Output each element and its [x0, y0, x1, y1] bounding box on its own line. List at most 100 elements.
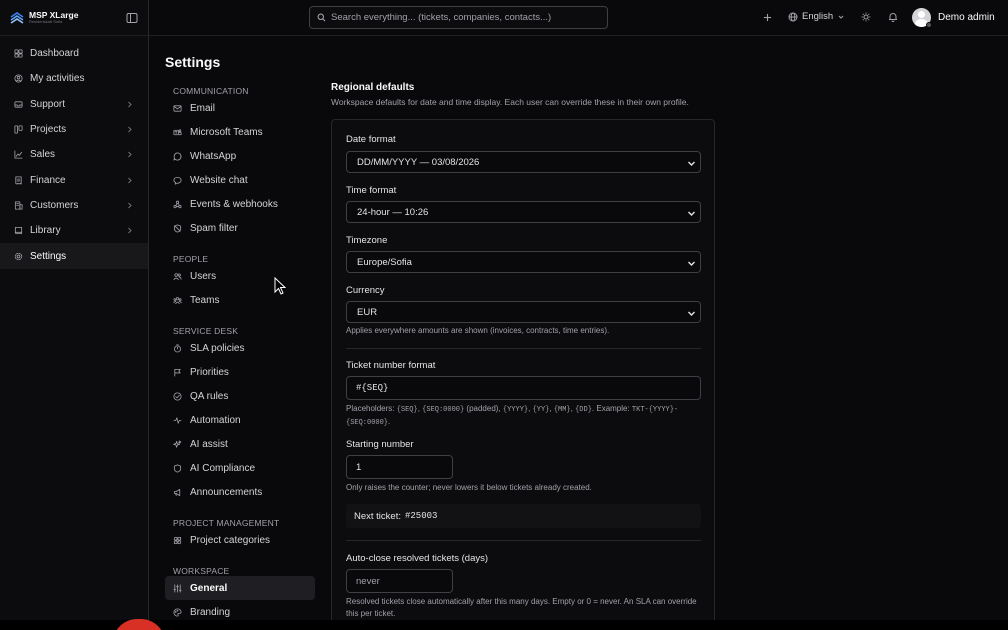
subnav-item-label: Email	[190, 102, 216, 114]
next-ticket-label: Next ticket:	[354, 510, 401, 522]
subnav-item-label: Branding	[190, 606, 231, 618]
subnav-item-announcements[interactable]: Announcements	[165, 480, 315, 504]
chevron-right-icon	[128, 126, 132, 133]
chevron-right-icon	[128, 101, 132, 108]
subnav-item-qa-rules[interactable]: QA rules	[165, 384, 315, 408]
sidebar-item-my-activities[interactable]: My activities	[0, 66, 148, 91]
subnav-item-sla-policies[interactable]: SLA policies	[165, 336, 315, 360]
auto-close-help: Resolved tickets close automatically aft…	[346, 597, 697, 618]
help-text: . Example:	[591, 404, 632, 413]
chevron-right-icon	[128, 202, 132, 209]
timezone-label: Timezone	[346, 235, 388, 246]
plus-icon[interactable]	[763, 13, 772, 22]
theme-toggle-icon[interactable]	[861, 12, 871, 22]
search-icon	[317, 13, 326, 22]
subnav-item-events-webhooks[interactable]: Events & webhooks	[165, 192, 315, 216]
user-name: Demo admin	[938, 12, 995, 23]
sidebar-item-library[interactable]: Library	[0, 218, 148, 243]
subnav-item-ai-assist[interactable]: AI assist	[165, 432, 315, 456]
sidebar-item-label: Library	[30, 225, 61, 237]
sidebar-item-label: Support	[30, 98, 66, 110]
starting-number-input[interactable]: 1	[346, 455, 453, 479]
webhook-icon	[173, 200, 182, 208]
ticket-format-help: Placeholders: {SEQ}, {SEQ:0000} (padded)…	[346, 403, 701, 429]
subnav-item-general[interactable]: General	[165, 576, 315, 600]
sidebar-item-label: Projects	[30, 124, 67, 136]
date-format-select[interactable]: DD/MM/YYYY — 03/08/2026	[346, 151, 701, 173]
chevron-down-icon	[688, 261, 695, 266]
global-search[interactable]	[309, 6, 608, 29]
brand[interactable]: MSP XLarge Residenskatt Sofia	[0, 0, 148, 36]
ticket-format-input[interactable]: #{SEQ}	[346, 376, 701, 400]
bell-icon[interactable]	[888, 12, 898, 22]
sidebar-item-label: Sales	[30, 149, 56, 161]
building-icon	[14, 201, 23, 210]
sidebar: MSP XLarge Residenskatt Sofia Dashboard M…	[0, 0, 149, 620]
chevron-right-icon	[128, 227, 132, 234]
subnav-heading: SERVICE DESK	[173, 326, 239, 336]
subnav-item-automation[interactable]: Automation	[165, 408, 315, 432]
presence-indicator	[926, 22, 932, 28]
currency-select[interactable]: EUR	[346, 301, 701, 323]
sparkles-icon	[173, 439, 182, 448]
currency-value: EUR	[357, 306, 378, 318]
timezone-value: Europe/Sofia	[357, 256, 412, 268]
subnav-item-microsoft-teams[interactable]: Microsoft Teams	[165, 120, 315, 144]
subnav-item-label: Automation	[190, 414, 241, 426]
sidebar-item-support[interactable]: Support	[0, 92, 148, 117]
timezone-select[interactable]: Europe/Sofia	[346, 251, 701, 273]
subnav-item-label: Project categories	[190, 534, 271, 546]
subnav-item-spam-filter[interactable]: Spam filter	[165, 216, 315, 240]
auto-close-input[interactable]: never	[346, 569, 453, 593]
placeholder-token: {SEQ:0000}	[422, 406, 465, 414]
regional-defaults-section: Regional defaults Workspace defaults for…	[331, 82, 715, 630]
subnav-item-label: Users	[190, 270, 217, 282]
settings-card: Date format DD/MM/YYYY — 03/08/2026 Time…	[331, 119, 715, 630]
sidebar-item-finance[interactable]: Finance	[0, 167, 148, 192]
time-format-select[interactable]: 24-hour — 10:26	[346, 201, 701, 223]
next-ticket-value: #25003	[405, 511, 438, 521]
subnav-item-website-chat[interactable]: Website chat	[165, 168, 315, 192]
subnav-item-email[interactable]: Email	[165, 96, 315, 120]
sidebar-item-customers[interactable]: Customers	[0, 193, 148, 218]
inbox-icon	[14, 101, 23, 108]
teams-icon	[173, 128, 182, 135]
placeholder-token: {SEQ}	[396, 406, 418, 414]
settings-subnav: COMMUNICATION Email Microsoft Teams WhatsAp…	[165, 80, 315, 624]
subnav-item-priorities[interactable]: Priorities	[165, 360, 315, 384]
date-format-label: Date format	[346, 134, 396, 145]
placeholder-token: {MM}	[553, 406, 571, 414]
subnav-heading: COMMUNICATION	[173, 86, 249, 96]
subnav-item-teams[interactable]: Teams	[165, 288, 315, 312]
subnav-item-label: Priorities	[190, 366, 229, 378]
subnav-item-whatsapp[interactable]: WhatsApp	[165, 144, 315, 168]
subnav-item-users[interactable]: Users	[165, 264, 315, 288]
sidebar-item-projects[interactable]: Projects	[0, 117, 148, 142]
mouse-cursor-icon	[274, 277, 286, 295]
next-ticket-preview: Next ticket: #25003	[346, 504, 701, 528]
subnav-item-label: Events & webhooks	[190, 198, 278, 210]
auto-close-label: Auto-close resolved tickets (days)	[346, 553, 489, 564]
subnav-heading: PEOPLE	[173, 254, 209, 264]
subnav-item-label: AI assist	[190, 438, 228, 450]
sidebar-item-sales[interactable]: Sales	[0, 142, 148, 167]
logo-icon	[10, 11, 24, 24]
search-input[interactable]	[331, 12, 591, 23]
subnav-heading: WORKSPACE	[173, 566, 230, 576]
language-selector[interactable]: English	[788, 11, 844, 22]
ticket-format-label: Ticket number format	[346, 360, 436, 371]
chart-icon	[14, 150, 23, 159]
subnav-item-label: QA rules	[190, 390, 229, 402]
subnav-item-project-categories[interactable]: Project categories	[165, 528, 315, 552]
sidebar-collapse-icon[interactable]	[126, 12, 138, 24]
sidebar-item-settings[interactable]: Settings	[0, 243, 148, 269]
sidebar-item-dashboard[interactable]: Dashboard	[0, 41, 148, 66]
sidebar-item-label: Dashboard	[30, 48, 79, 60]
help-text: .	[388, 417, 391, 426]
user-menu[interactable]: Demo admin	[912, 8, 995, 28]
subnav-item-label: SLA policies	[190, 342, 245, 354]
user-circle-icon	[14, 74, 23, 83]
brand-name: MSP XLarge	[29, 9, 79, 20]
subnav-item-ai-compliance[interactable]: AI Compliance	[165, 456, 315, 480]
megaphone-icon	[173, 488, 181, 496]
